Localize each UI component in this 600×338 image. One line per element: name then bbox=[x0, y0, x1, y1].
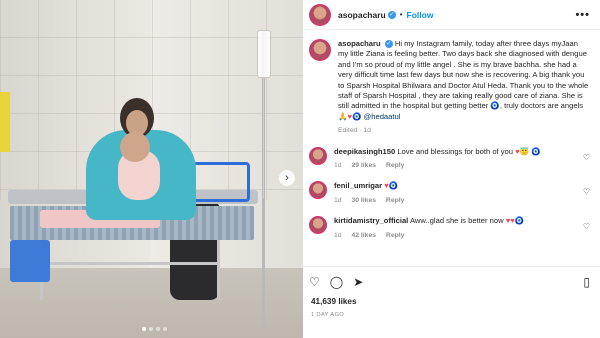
like-icon[interactable]: ♡ bbox=[309, 275, 320, 289]
avatar[interactable] bbox=[309, 39, 331, 61]
comment-likes[interactable]: 30 likes bbox=[351, 197, 376, 204]
comment-username[interactable]: fenil_umrigar bbox=[334, 181, 382, 190]
comment-row: deepikasingh150 Love and blessings for b… bbox=[309, 146, 590, 172]
comment-meta: 1d 30 likes Reply bbox=[334, 196, 577, 206]
iv-tube bbox=[263, 78, 264, 198]
post-photo[interactable]: › bbox=[0, 0, 303, 338]
comment-username[interactable]: kirtidamistry_official bbox=[334, 216, 408, 225]
caption-mention[interactable]: @hedaatul bbox=[364, 112, 401, 121]
caption-meta: Edited · 1d bbox=[338, 127, 371, 135]
carousel-dots bbox=[142, 327, 172, 333]
yellow-object bbox=[0, 92, 10, 152]
action-bar: ♡ ◯ ➤ ▯ bbox=[309, 273, 590, 291]
bed-foot bbox=[10, 240, 50, 282]
comment-meta: 1d 29 likes Reply bbox=[334, 161, 577, 171]
share-icon[interactable]: ➤ bbox=[353, 275, 363, 289]
likes-count[interactable]: 41,639 likes bbox=[311, 297, 357, 306]
avatar[interactable] bbox=[309, 216, 327, 235]
comment-username[interactable]: deepikasingh150 bbox=[334, 147, 395, 156]
edited-label: Edited bbox=[338, 127, 358, 135]
caption-row: asopacharu ✓ Hi my Instagram family, tod… bbox=[309, 39, 590, 137]
header-separator: • bbox=[399, 10, 403, 19]
post-side-panel: asopacharu ✓ • Follow ••• asopacharu ✓ H… bbox=[303, 0, 600, 338]
caption-text-tail: , truly doctors are angels bbox=[499, 101, 584, 111]
bed-legs bbox=[40, 240, 220, 300]
avatar[interactable] bbox=[309, 181, 327, 200]
reply-button[interactable]: Reply bbox=[386, 162, 405, 169]
comment-time: 1d bbox=[334, 162, 342, 170]
comment-time: 1d bbox=[334, 231, 342, 239]
follow-button[interactable]: Follow bbox=[407, 10, 434, 20]
caption-username[interactable]: asopacharu bbox=[338, 39, 381, 48]
bed-rail bbox=[40, 262, 220, 265]
divider bbox=[303, 266, 600, 267]
verified-badge-icon: ✓ bbox=[384, 40, 393, 48]
post-header: asopacharu ✓ • Follow ••• bbox=[303, 0, 600, 30]
baby-head bbox=[120, 132, 150, 162]
comment-like-heart-icon[interactable]: ♡ bbox=[583, 153, 590, 162]
comment-icon[interactable]: ◯ bbox=[330, 275, 343, 289]
comment-meta: 1d 42 likes Reply bbox=[334, 231, 577, 241]
save-icon[interactable]: ▯ bbox=[583, 275, 590, 289]
comment-block: fenil_umrigar ♥🧿 1d 30 likes Reply bbox=[334, 181, 577, 206]
comment-likes[interactable]: 42 likes bbox=[351, 232, 376, 239]
post-time: 1 DAY AGO bbox=[311, 312, 345, 318]
comments-area[interactable]: asopacharu ✓ Hi my Instagram family, tod… bbox=[303, 33, 600, 265]
comment-text: Love and blessings for both of you bbox=[397, 146, 513, 156]
comment-block: kirtidamistry_official Aww..glad she is … bbox=[334, 216, 577, 241]
comment-like-heart-icon[interactable]: ♡ bbox=[583, 222, 590, 231]
comment-text: Aww..glad she is better now bbox=[409, 216, 504, 226]
caption-time: 1d bbox=[363, 127, 371, 135]
caption-text-block: asopacharu ✓ Hi my Instagram family, tod… bbox=[338, 39, 590, 137]
comment-emojis: ♥🧿 bbox=[384, 181, 399, 191]
caption-text: Hi my Instagram family, today after thre… bbox=[338, 39, 589, 111]
verified-badge-icon: ✓ bbox=[387, 10, 396, 19]
comment-row: kirtidamistry_official Aww..glad she is … bbox=[309, 216, 590, 241]
reply-button[interactable]: Reply bbox=[386, 197, 405, 204]
caption-emojis: 🙏♥🧿 bbox=[338, 111, 362, 121]
carousel-dot bbox=[156, 327, 160, 331]
reply-button[interactable]: Reply bbox=[386, 232, 405, 239]
comment-emojis: ♥♥🧿 bbox=[505, 216, 525, 226]
evil-eye-icon: 🧿 bbox=[490, 101, 500, 111]
comment-block: deepikasingh150 Love and blessings for b… bbox=[334, 147, 577, 172]
avatar[interactable] bbox=[309, 146, 327, 165]
carousel-dot bbox=[142, 327, 146, 331]
comment-like-heart-icon[interactable]: ♡ bbox=[583, 187, 590, 196]
comment-emojis: ♥😇 🧿 bbox=[515, 146, 541, 156]
more-options-icon[interactable]: ••• bbox=[575, 9, 590, 21]
comment-time: 1d bbox=[334, 196, 342, 204]
comment-likes[interactable]: 29 likes bbox=[351, 162, 376, 169]
carousel-next-icon[interactable]: › bbox=[279, 170, 295, 186]
comment-row: fenil_umrigar ♥🧿 1d 30 likes Reply ♡ bbox=[309, 181, 590, 206]
header-username[interactable]: asopacharu bbox=[338, 10, 386, 20]
carousel-dot bbox=[149, 327, 153, 331]
iv-bag bbox=[257, 30, 271, 78]
carousel-dot bbox=[163, 327, 167, 331]
avatar[interactable] bbox=[309, 3, 331, 26]
bed-side-rail bbox=[192, 162, 250, 202]
instagram-post-frame: › asopacharu ✓ • Follow ••• asopacharu ✓ bbox=[0, 0, 600, 338]
